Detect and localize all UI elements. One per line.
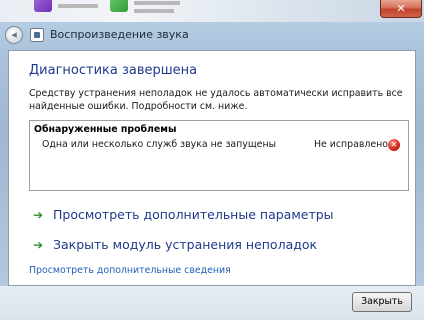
close-troubleshooter-link[interactable]: ➔ Закрыть модуль устранения неполадок — [33, 237, 317, 252]
background-text-line — [58, 4, 98, 8]
window-title: Воспроизведение звука — [50, 28, 189, 41]
problem-status: Не исправлено — [314, 139, 389, 150]
close-button[interactable]: Закрыть — [352, 292, 412, 312]
background-text-line — [134, 1, 180, 5]
more-info-link[interactable]: Просмотреть дополнительные сведения — [29, 265, 231, 276]
result-description: Средству устранения неполадок не удалось… — [29, 88, 403, 112]
view-more-options-link[interactable]: ➔ Просмотреть дополнительные параметры — [33, 207, 334, 222]
green-arrow-icon: ➔ — [33, 238, 44, 252]
sound-troubleshooter-icon — [30, 28, 44, 42]
window-frame: ✕ ◂ Воспроизведение звука Диагностика за… — [0, 0, 424, 320]
window-close-button[interactable]: ✕ — [380, 0, 422, 18]
background-tile-icon — [110, 0, 128, 12]
problem-row: Одна или несколько служб звука не запуще… — [30, 139, 408, 155]
back-arrow-icon[interactable]: ◂ — [5, 26, 23, 44]
button-bar: Закрыть — [0, 286, 424, 320]
problems-header: Обнаруженные проблемы — [34, 124, 177, 135]
problem-name: Одна или несколько служб звука не запуще… — [42, 139, 276, 150]
content-panel: Диагностика завершена Средству устранени… — [8, 50, 416, 286]
background-tile-icon — [34, 0, 52, 12]
background-control-panel — [0, 0, 424, 22]
action-label: Просмотреть дополнительные параметры — [53, 207, 334, 222]
background-text-line — [134, 9, 174, 13]
error-icon: ✕ — [388, 139, 400, 151]
problems-list: Обнаруженные проблемы Одна или несколько… — [29, 120, 409, 191]
page-title: Диагностика завершена — [29, 63, 198, 78]
green-arrow-icon: ➔ — [33, 208, 44, 222]
action-label: Закрыть модуль устранения неполадок — [53, 237, 318, 252]
